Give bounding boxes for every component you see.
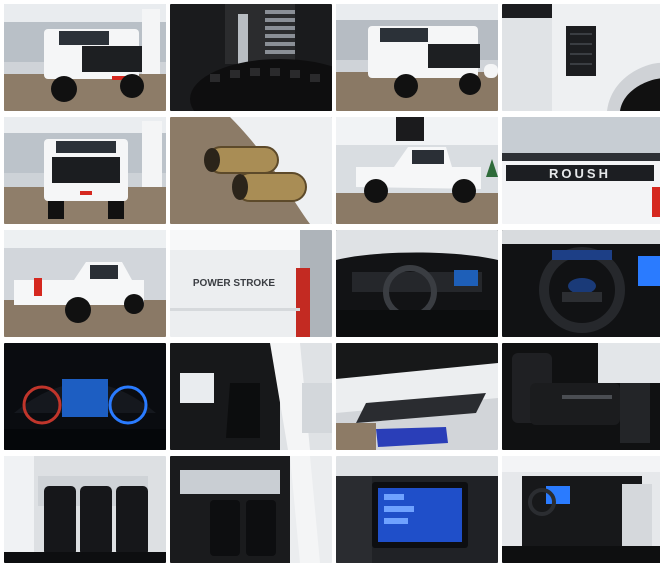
- photo-steering-wheel[interactable]: [502, 230, 660, 337]
- photo-lift-kit[interactable]: [170, 4, 332, 111]
- photo-illuminated-running-board[interactable]: [336, 343, 498, 450]
- photo-gallery: ROUSH POWER STROKE: [4, 4, 660, 563]
- photo-truck-front-grille[interactable]: [4, 117, 166, 224]
- photo-power-stroke-badge[interactable]: POWER STROKE: [170, 230, 332, 337]
- photo-rear-seats-door-open[interactable]: [170, 456, 332, 563]
- photo-roush-graphic[interactable]: ROUSH: [502, 117, 660, 224]
- power-stroke-text: POWER STROKE: [193, 278, 276, 289]
- photo-front-interior-door-open[interactable]: [502, 456, 660, 563]
- photo-truck-front-three-quarter[interactable]: [4, 4, 166, 111]
- photo-truck-side-profile[interactable]: [336, 117, 498, 224]
- photo-truck-front-three-quarter-alt[interactable]: [336, 4, 498, 111]
- photo-instrument-cluster[interactable]: [4, 343, 166, 450]
- photo-rear-bench-seats[interactable]: [4, 456, 166, 563]
- photo-dashboard-interior[interactable]: [336, 230, 498, 337]
- photo-truck-rear-three-quarter[interactable]: [4, 230, 166, 337]
- photo-fender-vent[interactable]: [502, 4, 660, 111]
- roush-text: ROUSH: [549, 166, 611, 181]
- photo-front-seats-door-open[interactable]: [170, 343, 332, 450]
- photo-rear-seat-bag[interactable]: [502, 343, 660, 450]
- photo-touchscreen[interactable]: [336, 456, 498, 563]
- photo-dual-exhaust[interactable]: [170, 117, 332, 224]
